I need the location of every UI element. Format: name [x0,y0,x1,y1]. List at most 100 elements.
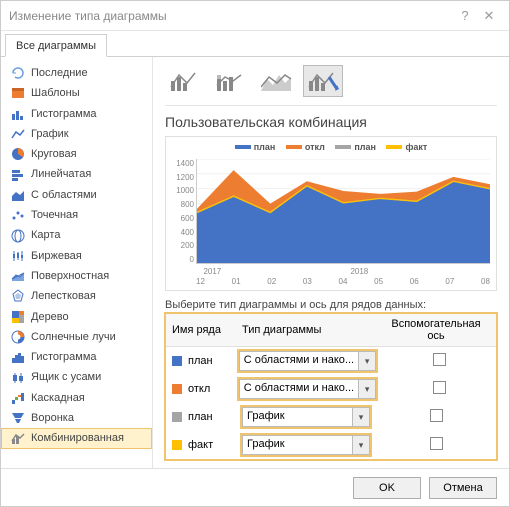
subtype-combo-3[interactable] [257,65,297,97]
series-name: факт [188,439,213,451]
chart-type-icon [11,411,25,425]
chart-type-value: С областями и нако... [239,351,358,371]
series-row-0: план С областями и нако...▾ [166,347,496,375]
chart-type-icon [11,330,25,344]
sidebar-item-label: Круговая [31,147,77,161]
change-chart-type-dialog: Изменение типа диаграммы ? ✕ Все диаграм… [0,0,510,507]
sidebar-item-17[interactable]: Воронка [1,408,152,428]
sidebar-item-label: Точечная [31,208,78,222]
chart-type-combo[interactable]: График▾ [242,435,370,455]
secondary-axis-checkbox[interactable] [430,409,443,422]
subtype-combo-2[interactable] [211,65,251,97]
chart-type-icon [11,310,25,324]
sidebar-item-label: График [31,127,69,141]
sidebar-item-1[interactable]: Шаблоны [1,83,152,103]
legend-fact: факт [405,142,427,152]
sidebar-item-label: Дерево [31,310,69,324]
chart-type-icon [11,249,25,263]
chart-legend: план откл план факт [166,137,496,154]
series-swatch [172,440,182,450]
secondary-axis-checkbox[interactable] [430,437,443,450]
chart-type-icon [11,371,25,385]
chart-type-icon [11,107,25,121]
ok-button[interactable]: OK [353,477,421,499]
sidebar-item-11[interactable]: Лепестковая [1,286,152,306]
chart-type-icon [11,147,25,161]
subtype-combo-1[interactable] [165,65,205,97]
help-button[interactable]: ? [453,8,477,23]
sidebar-item-5[interactable]: Линейчатая [1,164,152,184]
sidebar-item-label: Каскадная [31,391,85,405]
series-row-2: планГрафик▾ [166,403,496,431]
sidebar-item-label: Ящик с усами [31,370,101,384]
chart-type-value: График [242,407,352,427]
sidebar-item-label: Воронка [31,411,74,425]
chart-type-icon [11,431,25,445]
chart-type-sidebar: Последние Шаблоны Гистограмма График Кругова… [1,57,153,468]
chart-type-combo[interactable]: С областями и нако...▾ [239,379,376,399]
sidebar-item-18[interactable]: Комбинированная [1,428,152,448]
secondary-axis-checkbox[interactable] [433,353,446,366]
sidebar-item-13[interactable]: Солнечные лучи [1,327,152,347]
sidebar-item-7[interactable]: Точечная [1,205,152,225]
chevron-down-icon[interactable]: ▾ [358,351,376,371]
chart-type-combo[interactable]: График▾ [242,407,370,427]
series-row-1: откл С областями и нако...▾ [166,375,496,403]
sidebar-item-4[interactable]: Круговая [1,144,152,164]
sidebar-item-label: Шаблоны [31,86,80,100]
chart-type-icon [11,269,25,283]
sidebar-item-14[interactable]: Гистограмма [1,347,152,367]
sidebar-item-label: Последние [31,66,88,80]
sidebar-item-label: Биржевая [31,249,82,263]
chart-type-combo[interactable]: С областями и нако...▾ [239,351,376,371]
sidebar-item-0[interactable]: Последние [1,63,152,83]
sidebar-item-2[interactable]: Гистограмма [1,104,152,124]
main-panel: Пользовательская комбинация план откл пл… [153,57,509,468]
chart-type-icon [11,391,25,405]
series-name: откл [188,383,210,395]
sidebar-item-9[interactable]: Биржевая [1,246,152,266]
subtype-combo-custom[interactable] [303,65,343,97]
sidebar-item-8[interactable]: Карта [1,225,152,245]
series-swatch [172,384,182,394]
sidebar-item-label: Гистограмма [31,350,97,364]
dialog-title: Изменение типа диаграммы [9,9,167,23]
sidebar-item-label: Солнечные лучи [31,330,116,344]
series-swatch [172,356,182,366]
sidebar-item-6[interactable]: С областями [1,185,152,205]
tab-all-charts[interactable]: Все диаграммы [5,34,107,57]
sidebar-item-label: Гистограмма [31,107,97,121]
chart-type-icon [11,229,25,243]
legend-plan2: план [354,142,376,152]
chart-type-value: График [242,435,352,455]
chevron-down-icon[interactable]: ▾ [352,407,370,427]
secondary-axis-checkbox[interactable] [433,381,446,394]
series-name: план [188,355,213,367]
sidebar-item-12[interactable]: Дерево [1,307,152,327]
section-title: Пользовательская комбинация [165,114,497,130]
sidebar-item-label: С областями [31,188,97,202]
series-grid-label: Выберите тип диаграммы и ось для рядов д… [165,299,497,311]
chart-type-icon [11,168,25,182]
dialog-footer: OK Отмена [1,468,509,506]
series-row-3: факт График▾ [166,431,496,459]
series-swatch [172,412,182,422]
chevron-down-icon[interactable]: ▾ [358,379,376,399]
chart-type-icon [11,66,25,80]
cancel-button[interactable]: Отмена [429,477,497,499]
tabs: Все диаграммы [1,31,509,57]
sidebar-item-3[interactable]: График [1,124,152,144]
legend-plan: план [254,142,276,152]
chart-type-icon [11,188,25,202]
close-button[interactable]: ✕ [477,8,501,24]
sidebar-item-label: Комбинированная [31,431,124,445]
series-grid: Имя ряда Тип диаграммы Вспомогательная о… [165,313,497,460]
sidebar-item-15[interactable]: Ящик с усами [1,367,152,387]
sidebar-item-10[interactable]: Поверхностная [1,266,152,286]
chart-plot [196,159,490,264]
subtype-row [165,65,497,106]
chart-type-icon [11,208,25,222]
sidebar-item-16[interactable]: Каскадная [1,388,152,408]
titlebar: Изменение типа диаграммы ? ✕ [1,1,509,31]
chevron-down-icon[interactable]: ▾ [352,435,370,455]
